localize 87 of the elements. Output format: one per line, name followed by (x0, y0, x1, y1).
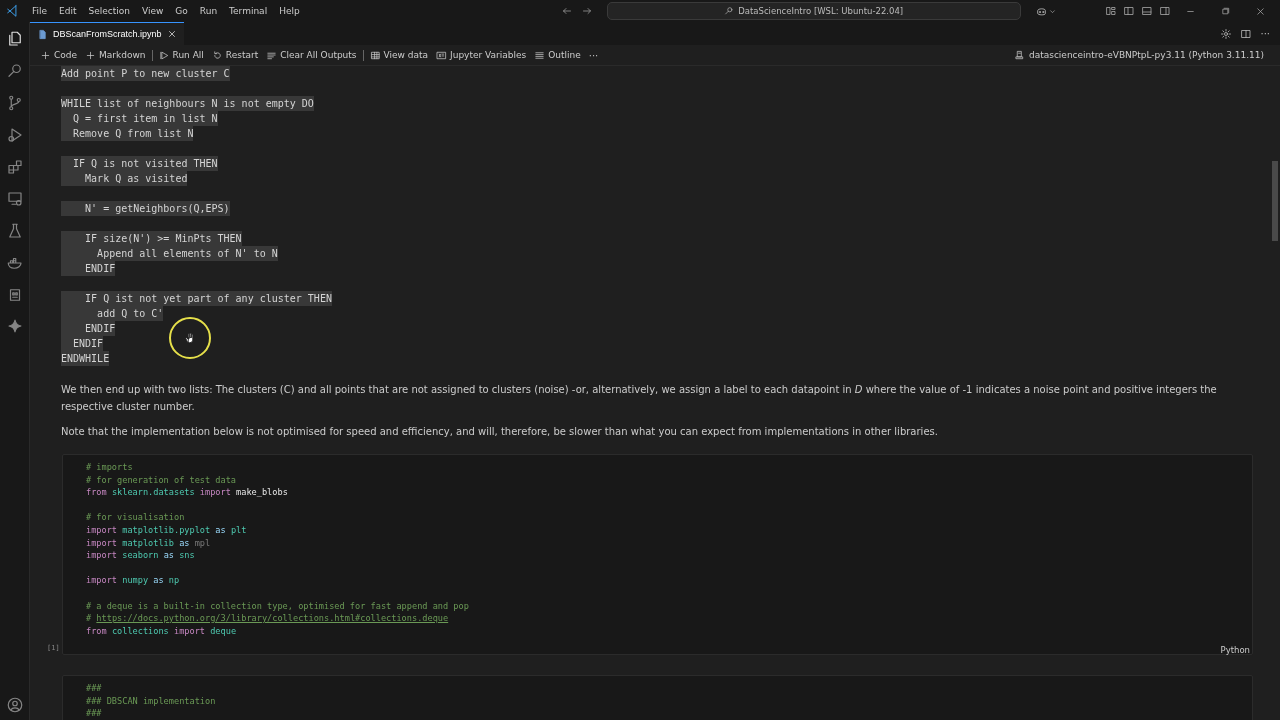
toolbar-button[interactable]: Clear All Outputs (262, 49, 361, 61)
toolbar-button[interactable]: View data (365, 49, 433, 61)
split-editor-icon[interactable] (1240, 27, 1253, 40)
search-icon (724, 6, 735, 16)
code-token: matplotlib (121, 536, 174, 550)
menu-item[interactable]: Help (273, 6, 306, 16)
code-token: numpy (121, 574, 149, 587)
code-token: deque (209, 624, 237, 638)
menu-item[interactable]: Terminal (223, 6, 274, 16)
code-token: # for generation of test data (86, 473, 237, 487)
more-actions-button[interactable]: ··· (588, 49, 599, 61)
code-token: as (152, 574, 164, 587)
code-token: mpl (193, 536, 211, 550)
code-token: as (214, 523, 226, 537)
code-token: from (86, 624, 107, 638)
forward-arrow-icon[interactable] (580, 5, 593, 17)
variables-icon (436, 49, 448, 61)
code-token: from (86, 486, 107, 499)
code-token: np (167, 574, 180, 587)
panel-toggle-icon[interactable] (1141, 5, 1153, 17)
plus-icon (40, 49, 51, 61)
table-icon (369, 49, 381, 61)
layout-icon[interactable] (1105, 5, 1117, 17)
remote-monitor-icon[interactable] (5, 190, 24, 208)
toolbar-button[interactable]: Jupyter Variables (432, 49, 531, 61)
code-cell[interactable]: ### ### DBSCAN implementation ### (62, 674, 1253, 720)
code-token: ### DBSCAN implementation (86, 694, 216, 708)
code-token: ### (86, 681, 102, 695)
code-token: as (162, 549, 174, 562)
menu-item[interactable]: File (26, 6, 54, 16)
secondary-sidebar-icon[interactable] (1159, 5, 1171, 17)
code-token: ### (86, 707, 102, 720)
toolbar-button[interactable]: Code (36, 49, 82, 61)
code-token: collections (110, 624, 169, 638)
settings-icon[interactable] (1220, 27, 1233, 40)
close-icon[interactable] (1255, 5, 1266, 17)
code-token: sklearn.datasets (110, 486, 195, 499)
account-icon[interactable] (5, 696, 24, 714)
run-debug-icon[interactable] (5, 126, 24, 144)
code-link[interactable]: https://docs.python.org/3/library/collections.html#collections.deque (96, 612, 449, 625)
close-icon[interactable] (166, 29, 177, 39)
menu-item[interactable]: Edit (53, 6, 83, 16)
back-arrow-icon[interactable] (560, 5, 573, 17)
sparkle-icon[interactable] (6, 318, 23, 334)
toolbar-button[interactable]: Run All (154, 49, 208, 61)
code-token: as (178, 536, 190, 550)
paragraph: Note that the implementation below is not optimised for speed and efficiency, and will, therefore, be slower than what you can expect from implementations in other libraries. (61, 425, 939, 439)
code-token: import (86, 523, 118, 537)
sidebar-toggle-icon[interactable] (1123, 5, 1135, 17)
restart-icon (211, 49, 223, 61)
language-label[interactable]: Python (1220, 644, 1250, 655)
code-token: import (172, 624, 205, 638)
search-icon[interactable] (5, 62, 24, 80)
app-logo-icon (6, 4, 20, 18)
menu-item[interactable]: View (136, 6, 170, 16)
editor-tab[interactable]: DBScanFromScratch.ipynb (30, 22, 184, 45)
toolbar-button[interactable]: Markdown (81, 49, 150, 61)
code-token: plt (229, 523, 247, 537)
code-token: # (86, 612, 93, 625)
outline-icon (534, 49, 546, 61)
toolbar-button[interactable]: Outline (530, 49, 585, 61)
paragraph: We then end up with two lists: The clusters (C) and all points that are not assigned to clusters (noise) -or, alternatively, we assign a label to each datapoint in D where the value of -1 indicates a noise point and positive integers the respective cluster number. (61, 383, 1218, 414)
code-token: import (86, 574, 118, 587)
code-token: import (198, 486, 231, 499)
code-token: sns (178, 549, 195, 562)
run-all-icon (158, 49, 170, 61)
code-token: seaborn (121, 549, 159, 562)
scrollbar-thumb[interactable] (1272, 161, 1278, 241)
notebook-file-icon (37, 28, 48, 40)
code-token: make_blobs (235, 486, 288, 499)
more-actions-button[interactable]: ··· (1260, 28, 1270, 39)
toolbar-button[interactable]: Restart (207, 49, 263, 61)
menu-item[interactable]: Selection (82, 6, 136, 16)
plus-icon (85, 49, 97, 61)
restore-icon[interactable] (1220, 5, 1231, 17)
code-token: # for visualisation (86, 511, 185, 524)
code-token: # imports (86, 461, 133, 474)
code-token: import (86, 536, 118, 550)
kernel-picker[interactable]: datascienceintro-eVBNPtpL-py3.11 (Python 3.11.11) (1007, 48, 1270, 62)
code-token: matplotlib.pyplot (121, 523, 211, 537)
code-token: import (86, 549, 118, 562)
menu-item[interactable]: Go (169, 6, 194, 16)
command-center[interactable]: DataScienceIntro [WSL: Ubuntu-22.04] (606, 2, 1021, 20)
extensions-icon[interactable] (5, 158, 24, 176)
server-icon (1013, 49, 1025, 61)
menu-item[interactable]: Run (193, 6, 224, 16)
code-token: # a deque is a built-in collection type, optimised for fast append and pop (86, 599, 469, 613)
